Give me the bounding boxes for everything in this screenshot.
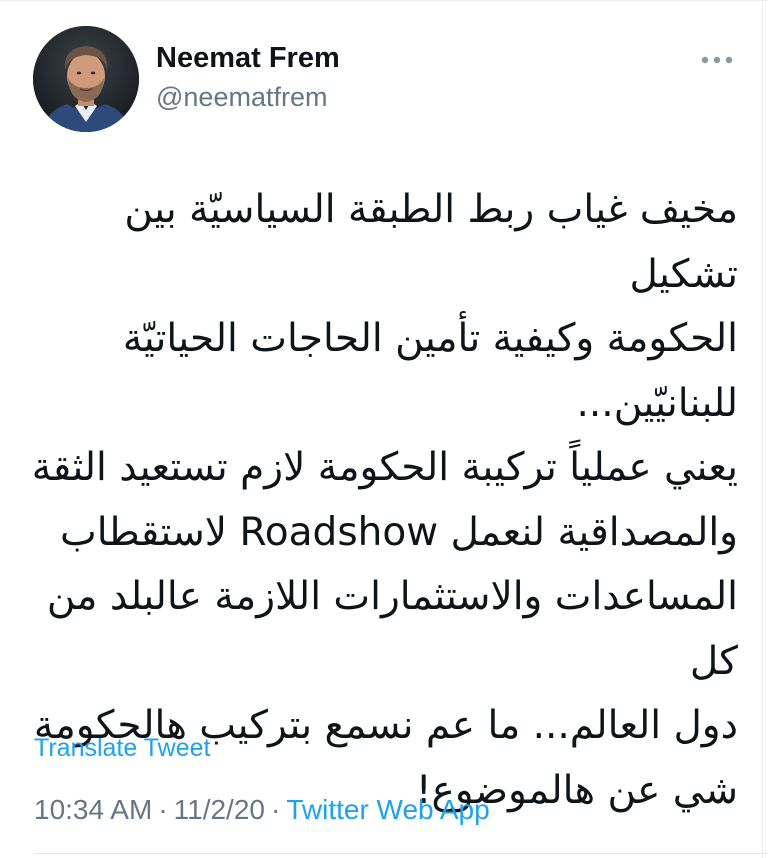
- meta-separator: ·: [270, 794, 281, 825]
- author-display-name[interactable]: Neemat Frem: [156, 42, 340, 75]
- tweet-time[interactable]: 10:34 AM: [34, 794, 152, 825]
- scrollbar-track: [762, 0, 763, 858]
- tweet-metadata: 10:34 AM · 11/2/20 · Twitter Web App: [34, 794, 490, 826]
- ellipsis-icon[interactable]: [698, 50, 736, 70]
- avatar[interactable]: [33, 26, 139, 132]
- profile-photo-icon: [33, 26, 139, 132]
- bottom-divider: [34, 853, 768, 854]
- author-handle[interactable]: @neematfrem: [156, 82, 327, 113]
- meta-separator: ·: [158, 794, 168, 825]
- translate-tweet-link[interactable]: Translate Tweet: [34, 734, 210, 763]
- tweet-source-link[interactable]: Twitter Web App: [286, 794, 489, 825]
- top-divider: [0, 0, 768, 1]
- tweet-date[interactable]: 11/2/20: [174, 794, 265, 825]
- tweet-text: مخيف غياب ربط الطبقة السياسيّة بين تشكيل…: [31, 187, 738, 813]
